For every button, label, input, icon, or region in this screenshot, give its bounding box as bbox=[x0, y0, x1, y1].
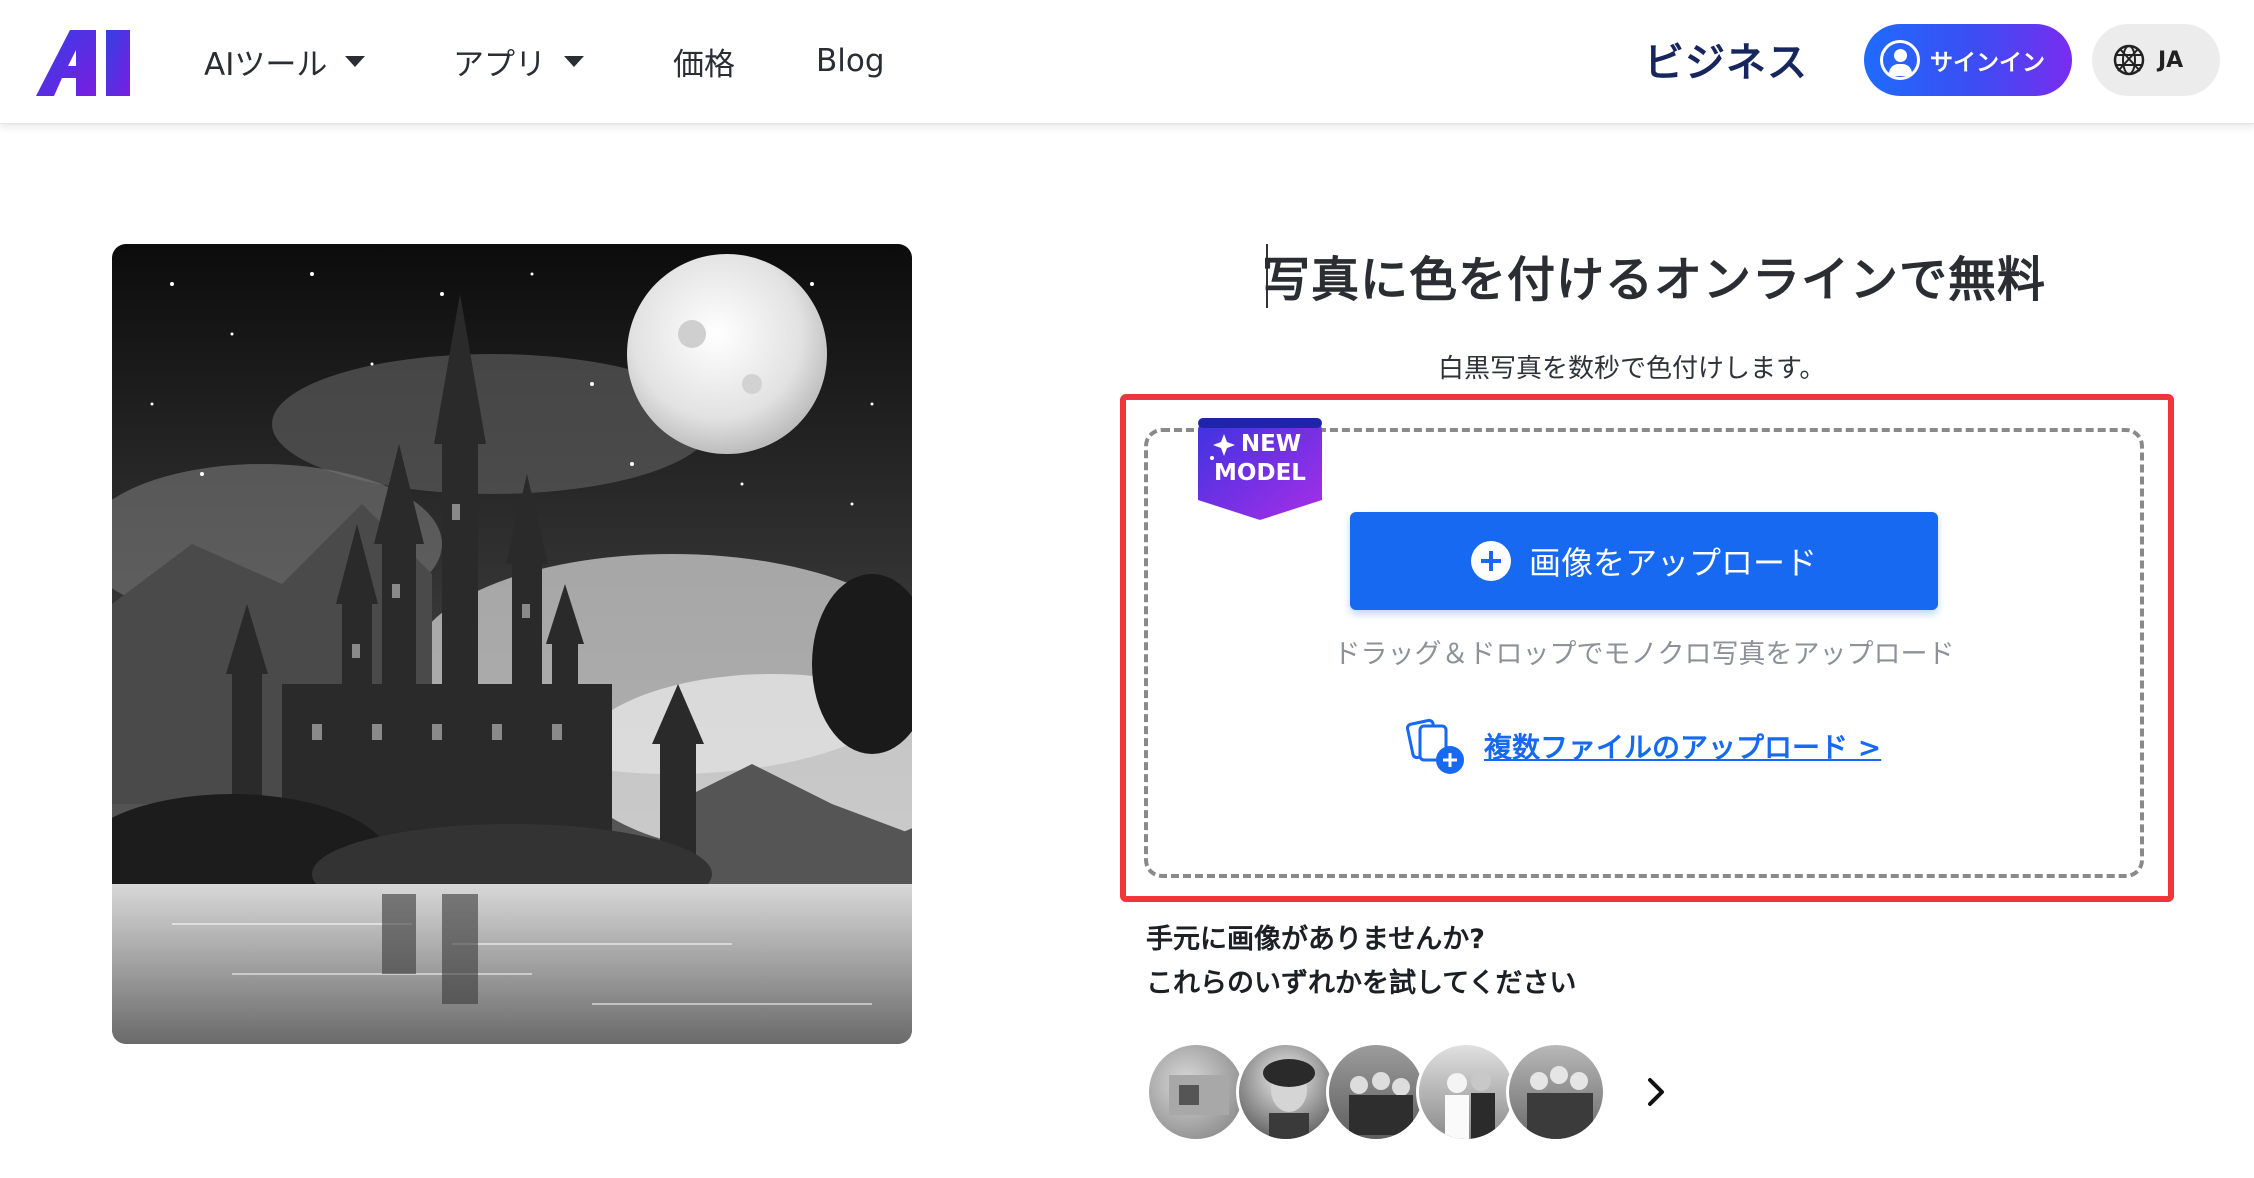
business-link[interactable]: ビジネス bbox=[1644, 30, 1808, 88]
caret-down-icon bbox=[345, 55, 366, 67]
page-title: 写真に色を付けるオンラインで無料 bbox=[1262, 252, 2047, 308]
top-nav-bar: AIツール アプリ 価格 Blog ビジネス サインイン JA bbox=[0, 0, 2254, 124]
sample-thumbnail[interactable] bbox=[1506, 1042, 1606, 1142]
ai-logo[interactable] bbox=[36, 30, 146, 96]
signin-button[interactable]: サインイン bbox=[1864, 24, 2072, 96]
drag-drop-hint: ドラッグ＆ドロップでモノクロ写真をアップロード bbox=[1333, 639, 1955, 670]
sample-thumbnail[interactable] bbox=[1326, 1042, 1426, 1142]
caret-down-icon bbox=[564, 55, 584, 67]
new-model-badge-text: NEW MODEL bbox=[1198, 430, 1322, 488]
nav-pricing-label: 価格 bbox=[673, 46, 735, 83]
sample-prompt: 手元に画像がありませんか? これらのいずれかを試してください bbox=[1146, 918, 1576, 1006]
nav-apps[interactable]: アプリ bbox=[453, 36, 584, 86]
globe-icon bbox=[2113, 44, 2145, 76]
nav-ai-tools[interactable]: AIツール bbox=[204, 36, 366, 86]
language-selector[interactable]: JA bbox=[2092, 24, 2220, 96]
badge-line-new: NEW bbox=[1240, 431, 1302, 457]
signin-label: サインイン bbox=[1930, 50, 2045, 76]
nav-pricing[interactable]: 価格 bbox=[673, 36, 735, 86]
page-subtitle: 白黒写真を数秒で色付けします。 bbox=[1438, 354, 1826, 384]
upload-image-button[interactable]: 画像をアップロード bbox=[1350, 512, 1938, 610]
sample-images bbox=[1146, 1042, 1626, 1142]
sample-prompt-line2: これらのいずれかを試してください bbox=[1146, 968, 1577, 999]
hero-image bbox=[112, 244, 912, 1044]
sample-thumbnail[interactable] bbox=[1236, 1042, 1336, 1142]
nav-apps-label: アプリ bbox=[453, 46, 546, 83]
badge-line-model: MODEL bbox=[1214, 460, 1306, 486]
nav-blog[interactable]: Blog bbox=[816, 36, 885, 86]
sample-thumbnail[interactable] bbox=[1416, 1042, 1516, 1142]
plus-circle-icon bbox=[1470, 541, 1511, 581]
language-label: JA bbox=[2158, 47, 2184, 73]
nav-blog-label: Blog bbox=[816, 43, 885, 79]
multi-file-upload-label: 複数ファイルのアップロード > bbox=[1484, 731, 1882, 764]
chevron-right-icon[interactable] bbox=[1642, 1072, 1672, 1112]
multi-file-icon bbox=[1406, 718, 1464, 774]
user-icon bbox=[1880, 40, 1920, 80]
nav-ai-tools-label: AIツール bbox=[204, 46, 328, 83]
upload-image-label: 画像をアップロード bbox=[1528, 544, 1817, 582]
multi-file-upload-link[interactable]: 複数ファイルのアップロード > bbox=[1406, 716, 1881, 776]
sample-thumbnail[interactable] bbox=[1146, 1042, 1246, 1142]
sample-prompt-line1: 手元に画像がありませんか? bbox=[1146, 924, 1485, 955]
